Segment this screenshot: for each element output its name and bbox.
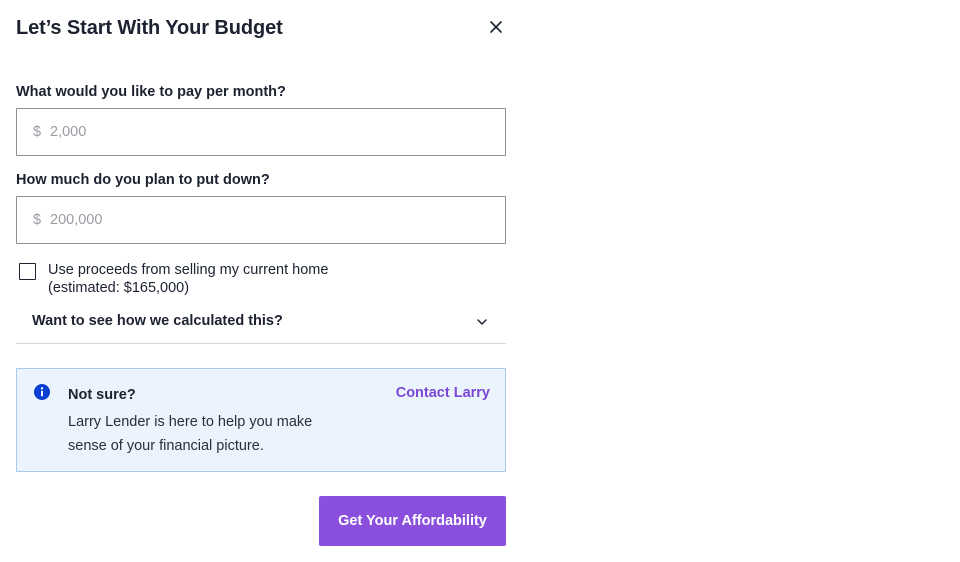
- down-payment-input[interactable]: [50, 197, 490, 243]
- close-icon: [490, 21, 502, 33]
- chevron-down-icon: [477, 319, 487, 325]
- help-callout-title: Not sure?: [68, 387, 136, 403]
- down-payment-field-wrapper: $: [16, 196, 506, 244]
- monthly-payment-label: What would you like to pay per month?: [16, 84, 286, 100]
- info-icon: [34, 384, 50, 400]
- use-proceeds-checkbox[interactable]: [19, 263, 36, 280]
- modal-title: Let’s Start With Your Budget: [16, 17, 283, 39]
- use-proceeds-label-line2: (estimated: $165,000): [48, 280, 190, 296]
- calculation-accordion-toggle[interactable]: Want to see how we calculated this?: [16, 304, 506, 344]
- monthly-payment-input[interactable]: [50, 109, 490, 155]
- help-callout-body: Larry Lender is here to help you make se…: [68, 410, 348, 458]
- currency-prefix: $: [33, 124, 42, 140]
- budget-modal: Let’s Start With Your Budget What would …: [16, 0, 506, 562]
- close-button[interactable]: [487, 18, 505, 36]
- help-callout: Not sure? Larry Lender is here to help y…: [16, 368, 506, 472]
- calculation-accordion-label: Want to see how we calculated this?: [32, 313, 283, 329]
- help-callout-body-line2: sense of your financial picture.: [68, 438, 264, 454]
- down-payment-label: How much do you plan to put down?: [16, 172, 270, 188]
- get-affordability-button[interactable]: Get Your Affordability: [319, 496, 506, 546]
- monthly-payment-field-wrapper: $: [16, 108, 506, 156]
- use-proceeds-label-line1: Use proceeds from selling my current hom…: [48, 262, 329, 278]
- use-proceeds-label[interactable]: Use proceeds from selling my current hom…: [48, 261, 388, 297]
- help-callout-body-line1: Larry Lender is here to help you make: [68, 414, 313, 430]
- contact-larry-link[interactable]: Contact Larry: [396, 385, 490, 401]
- currency-prefix: $: [33, 212, 42, 228]
